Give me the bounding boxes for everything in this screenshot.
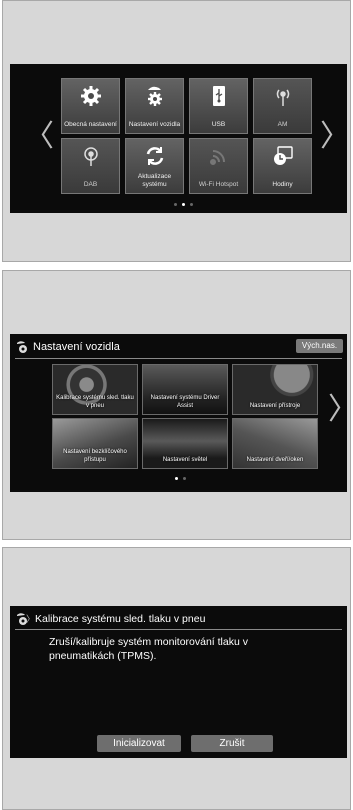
card-lighting[interactable]: Nastavení světel	[142, 418, 228, 469]
tile-label: Nastavení vozidla	[128, 121, 181, 128]
tile-label: Aktualizace systému	[137, 173, 172, 188]
tile-dab[interactable]: DAB	[61, 138, 120, 194]
prev-page-arrow[interactable]: 〈	[24, 122, 54, 152]
header-divider	[15, 629, 342, 630]
page-dot	[190, 203, 193, 206]
page-indicator	[175, 477, 186, 480]
page-dot-active	[175, 477, 178, 480]
dab-antenna-icon	[62, 145, 119, 167]
initialize-button[interactable]: Inicializovat	[97, 735, 181, 752]
gear-icon	[62, 85, 119, 107]
cancel-button[interactable]: Zrušit	[191, 735, 273, 752]
card-keyless-access[interactable]: Nastavení bezklíčového přístupu	[52, 418, 138, 469]
tile-system-update[interactable]: Aktualizace systému	[125, 138, 184, 194]
usb-icon	[190, 85, 247, 107]
vehicle-settings-panel: Nastavení vozidla Vých.nas. Kalibrace sy…	[2, 270, 353, 540]
card-tpms-calibration[interactable]: Kalibrace systému sled. tlaku v pneu	[52, 364, 138, 415]
default-settings-button[interactable]: Vých.nas.	[296, 339, 343, 353]
description-text: Zruší/kalibruje systém monitorování tlak…	[49, 636, 248, 662]
card-label: Kalibrace systému sled. tlaku v pneu	[56, 395, 134, 409]
vehicle-settings-screen: Nastavení vozidla Vých.nas. Kalibrace sy…	[10, 334, 353, 492]
next-page-arrow[interactable]: 〉	[320, 122, 350, 152]
vehicle-settings-icon	[15, 340, 29, 359]
page-title: Kalibrace systému sled. tlaku v pneu	[35, 613, 206, 625]
tile-wifi-hotspot[interactable]: Wi-Fi Hotspot	[189, 138, 248, 194]
main-menu-screen: 〈 〉 Obecná nastavení Nastavení vozidla U…	[10, 64, 350, 213]
vehicle-settings-icon	[126, 85, 183, 107]
page-dot	[183, 477, 186, 480]
wifi-icon	[190, 145, 247, 167]
tile-general-settings[interactable]: Obecná nastavení	[61, 78, 120, 134]
tile-label: Hodiny	[272, 181, 293, 188]
card-label: Nastavení světel	[162, 457, 208, 463]
tile-label: Obecná nastavení	[64, 121, 117, 128]
card-meter-settings[interactable]: Nastavení přístroje	[232, 364, 318, 415]
card-door-window[interactable]: Nastavení dveří/oken	[232, 418, 318, 469]
card-label: Nastavení dveří/oken	[246, 457, 304, 463]
tile-label: USB	[211, 121, 226, 128]
page-indicator	[174, 203, 193, 206]
radio-antenna-icon	[254, 85, 311, 107]
tile-label: DAB	[83, 181, 98, 188]
tile-usb[interactable]: USB	[189, 78, 248, 134]
breadcrumb-separator: 〉	[26, 614, 36, 624]
tile-vehicle-settings[interactable]: Nastavení vozidla	[125, 78, 184, 134]
main-menu-panel: 〈 〉 Obecná nastavení Nastavení vozidla U…	[2, 0, 351, 262]
card-label: Nastavení přístroje	[249, 403, 301, 409]
refresh-icon	[126, 145, 183, 167]
tile-label: AM	[277, 121, 288, 128]
tpms-panel: 〉 Kalibrace systému sled. tlaku v pneu Z…	[2, 547, 351, 810]
tile-label: Wi-Fi Hotspot	[198, 181, 239, 188]
next-page-arrow[interactable]: 〉	[328, 395, 353, 425]
tpms-screen: 〉 Kalibrace systému sled. tlaku v pneu Z…	[10, 606, 347, 758]
page-dot-active	[182, 203, 185, 206]
card-driver-assist[interactable]: Nastavení systému Driver Assist	[142, 364, 228, 415]
tile-clock[interactable]: Hodiny	[253, 138, 312, 194]
clock-icon	[254, 145, 311, 167]
card-label: Nastavení bezklíčového přístupu	[63, 449, 127, 463]
page-title: Nastavení vozidla	[33, 341, 120, 353]
card-label: Nastavení systému Driver Assist	[150, 395, 220, 409]
header-divider	[15, 358, 342, 359]
page-dot	[174, 203, 177, 206]
tile-am[interactable]: AM	[253, 78, 312, 134]
